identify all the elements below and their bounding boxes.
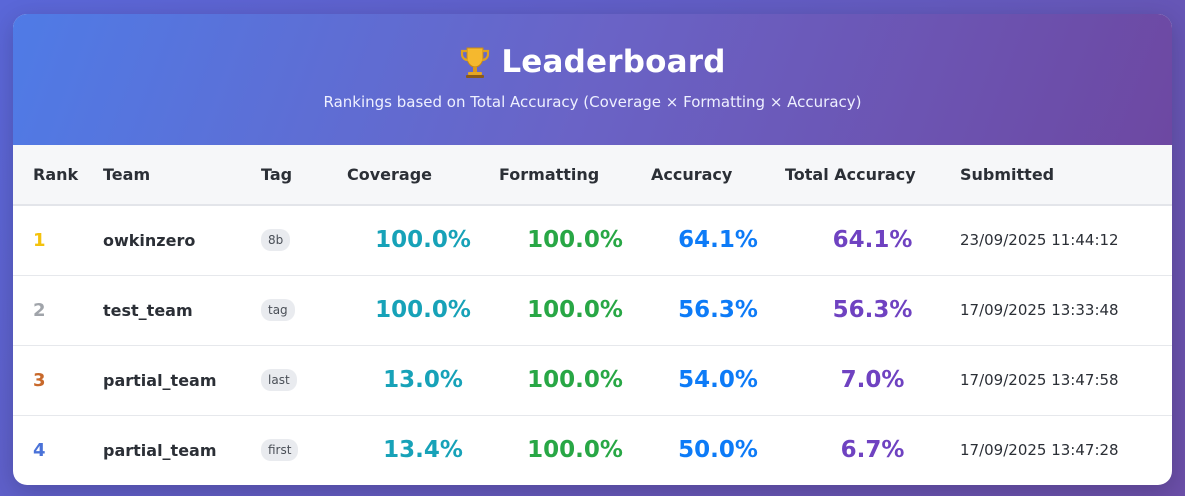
- accuracy-value: 56.3%: [678, 297, 758, 323]
- leaderboard-table: Rank Team Tag Coverage Formatting Accura…: [13, 145, 1172, 485]
- table-row: 3 partial_team last 13.0% 100.0% 54.0% 7…: [13, 345, 1172, 415]
- submitted-timestamp: 17/09/2025 13:33:48: [960, 301, 1119, 319]
- rank-value: 3: [33, 369, 46, 391]
- formatting-value: 100.0%: [527, 227, 623, 254]
- table-header-row: Rank Team Tag Coverage Formatting Accura…: [13, 145, 1172, 205]
- team-name: partial_team: [103, 440, 217, 460]
- page-title: Leaderboard: [501, 44, 726, 80]
- total-accuracy-value: 7.0%: [840, 367, 905, 393]
- team-name: owkinzero: [103, 230, 196, 250]
- tag-badge: tag: [261, 299, 295, 321]
- formatting-value: 100.0%: [527, 297, 623, 323]
- tag-badge: last: [261, 369, 297, 391]
- tag-badge: 8b: [261, 229, 291, 252]
- column-header-team[interactable]: Team: [103, 145, 261, 205]
- page-subtitle: Rankings based on Total Accuracy (Covera…: [323, 93, 862, 111]
- column-header-tag[interactable]: Tag: [261, 145, 347, 205]
- submitted-timestamp: 23/09/2025 11:44:12: [960, 231, 1119, 250]
- table-row: 4 partial_team first 13.4% 100.0% 50.0% …: [13, 415, 1172, 485]
- coverage-value: 100.0%: [375, 297, 471, 323]
- coverage-value: 100.0%: [375, 227, 471, 254]
- column-header-accuracy[interactable]: Accuracy: [651, 145, 785, 205]
- accuracy-value: 50.0%: [678, 437, 758, 464]
- trophy-icon: [459, 45, 491, 79]
- column-header-formatting[interactable]: Formatting: [499, 145, 651, 205]
- coverage-value: 13.4%: [383, 437, 463, 464]
- leaderboard-header: Leaderboard Rankings based on Total Accu…: [13, 14, 1172, 145]
- team-name: test_team: [103, 300, 193, 320]
- formatting-value: 100.0%: [527, 367, 623, 393]
- table-row: 1 owkinzero 8b 100.0% 100.0% 64.1% 64.1%…: [13, 205, 1172, 275]
- column-header-rank[interactable]: Rank: [13, 145, 103, 205]
- leaderboard-card: Leaderboard Rankings based on Total Accu…: [13, 14, 1172, 485]
- coverage-value: 13.0%: [383, 367, 463, 393]
- total-accuracy-value: 56.3%: [832, 297, 913, 323]
- formatting-value: 100.0%: [527, 437, 623, 464]
- column-header-total-accuracy[interactable]: Total Accuracy: [785, 145, 960, 205]
- column-header-submitted[interactable]: Submitted: [960, 145, 1172, 205]
- accuracy-value: 64.1%: [678, 227, 758, 254]
- submitted-timestamp: 17/09/2025 13:47:28: [960, 441, 1119, 460]
- tag-badge: first: [261, 439, 299, 462]
- team-name: partial_team: [103, 370, 217, 390]
- submitted-timestamp: 17/09/2025 13:47:58: [960, 371, 1119, 389]
- rank-value: 1: [33, 229, 46, 251]
- total-accuracy-value: 6.7%: [840, 437, 905, 464]
- column-header-coverage[interactable]: Coverage: [347, 145, 499, 205]
- rank-value: 2: [33, 299, 46, 321]
- rank-value: 4: [33, 439, 46, 461]
- total-accuracy-value: 64.1%: [832, 227, 913, 254]
- table-row: 2 test_team tag 100.0% 100.0% 56.3% 56.3…: [13, 275, 1172, 345]
- accuracy-value: 54.0%: [678, 367, 758, 393]
